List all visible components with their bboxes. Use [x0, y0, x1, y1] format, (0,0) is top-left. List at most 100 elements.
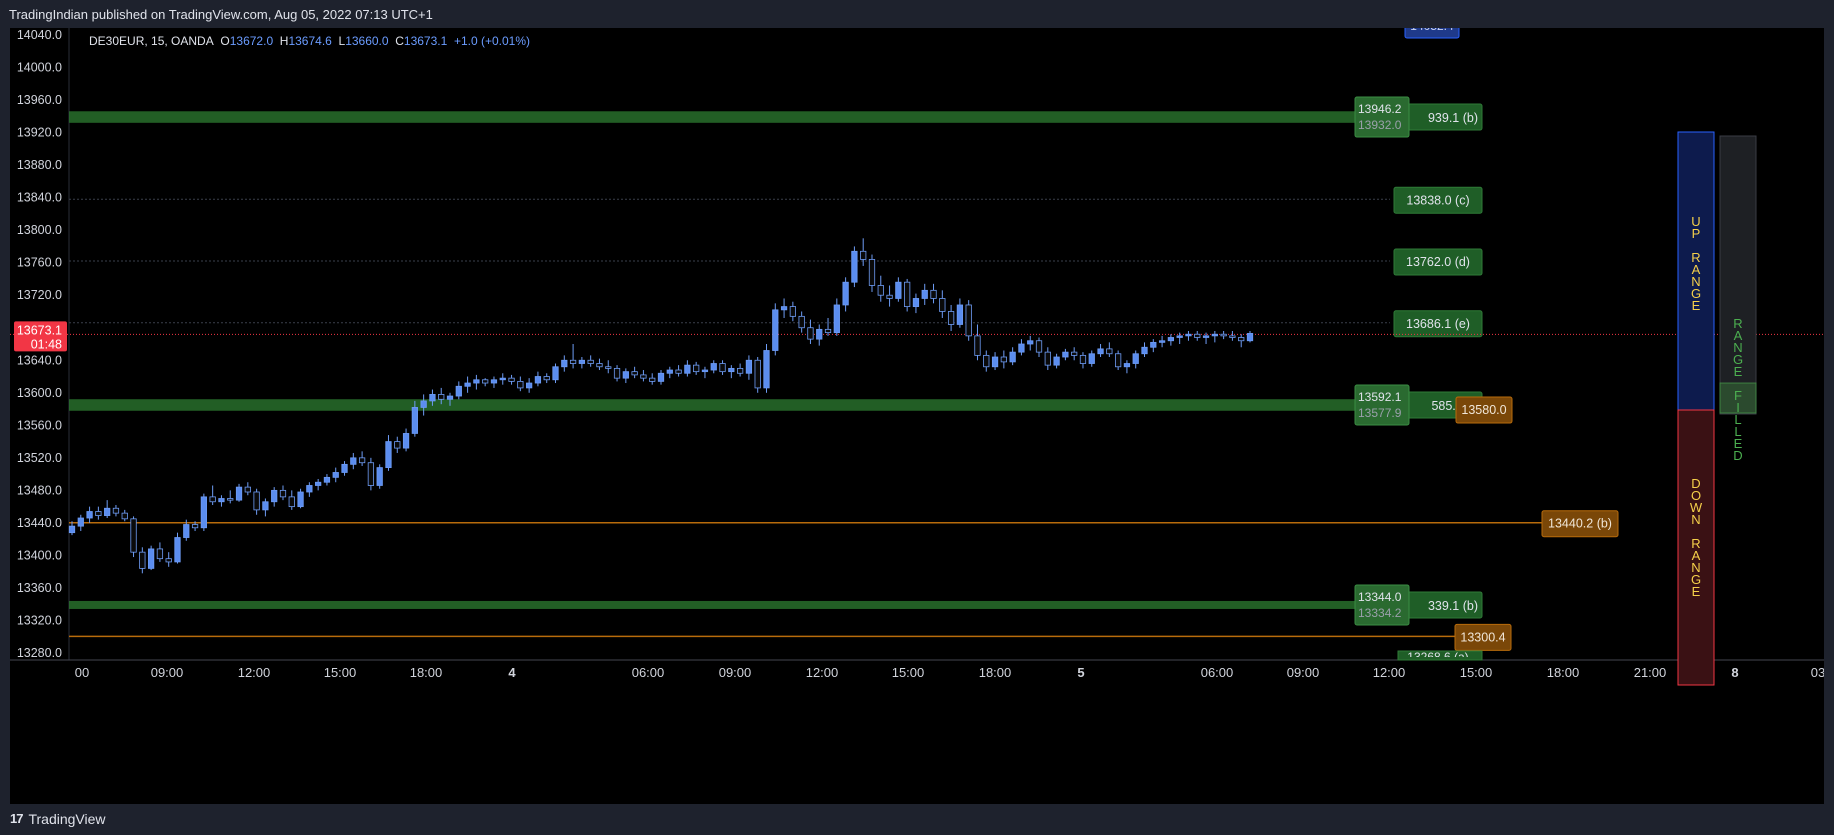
candle-body: [939, 298, 946, 312]
candle-body: [104, 507, 111, 516]
candle-body: [1238, 337, 1245, 342]
candle: [86, 506, 93, 523]
candle: [385, 435, 392, 471]
candle-body: [640, 374, 647, 379]
candle: [1053, 353, 1060, 369]
y-tick-label: 13640.0: [17, 353, 62, 367]
candle: [710, 360, 717, 374]
x-tick-label: 5: [1077, 665, 1084, 680]
candle: [315, 478, 322, 491]
candle-body: [341, 463, 348, 473]
candle-body: [991, 356, 999, 368]
candle: [1035, 337, 1043, 358]
candle-body: [446, 395, 454, 400]
candle: [772, 303, 779, 356]
chart-canvas[interactable]: 14040.0 14000.0 13960.0 13920.0 13880.0 13840…: [10, 28, 1824, 804]
candle-body: [183, 524, 190, 538]
candle-body: [1202, 335, 1210, 338]
candle: [517, 376, 524, 392]
candle-body: [95, 511, 102, 516]
candle: [323, 474, 331, 486]
y-tick-label: 13560.0: [17, 418, 62, 432]
candle-body: [965, 304, 972, 337]
candle: [490, 376, 498, 388]
candle-body: [807, 327, 814, 340]
candle: [1185, 330, 1192, 341]
candle-body: [693, 364, 700, 373]
candle-body: [86, 511, 93, 519]
candle: [1088, 350, 1095, 367]
candle-body: [613, 367, 621, 379]
candle-body: [191, 524, 199, 529]
candle: [121, 509, 128, 522]
candle: [1211, 330, 1218, 343]
y-tick-label: 13960.0: [17, 93, 62, 107]
x-tick-label: 00: [75, 665, 89, 680]
zone-bottom-price: 13577.9: [1358, 406, 1402, 420]
candle: [824, 317, 832, 336]
candle-body: [218, 498, 225, 503]
candle: [833, 298, 840, 336]
candle: [789, 301, 796, 322]
candle: [227, 490, 234, 504]
candle: [95, 506, 102, 520]
candle-body: [68, 525, 76, 534]
candle-body: [253, 491, 260, 511]
candle-body: [464, 382, 471, 387]
candle: [596, 358, 603, 371]
candle-body: [332, 472, 339, 478]
candle-body: [1027, 340, 1034, 345]
candle: [367, 457, 375, 491]
candle: [622, 368, 629, 384]
down-range-panel: DOWN RANGE: [1677, 409, 1715, 686]
candle: [877, 275, 884, 302]
brand-name: TradingView: [28, 811, 106, 827]
candle: [1044, 347, 1051, 371]
footer-bar: 17 TradingView: [0, 804, 1834, 835]
candle-body: [526, 382, 533, 389]
candle: [578, 357, 586, 369]
candle: [253, 488, 260, 515]
y-tick-label: 13480.0: [17, 483, 62, 497]
zone-label-tag: 339.1 (b) 13344.0 13334.2: [1354, 584, 1483, 626]
candle: [174, 532, 181, 564]
candle: [1194, 330, 1201, 341]
candle: [77, 514, 84, 532]
candle: [1000, 350, 1007, 369]
brand[interactable]: 17 TradingView: [10, 804, 106, 834]
candle: [965, 300, 972, 341]
legend-o-value: 13672.0: [230, 34, 280, 48]
top-level-tag: 14052.4: [1404, 28, 1460, 39]
candle: [402, 428, 410, 452]
candle-body: [1220, 333, 1227, 337]
candle: [886, 285, 893, 307]
candle: [763, 344, 770, 393]
candle: [262, 498, 269, 517]
candle: [534, 371, 542, 387]
x-tick-label: 18:00: [979, 665, 1012, 680]
candle-body: [508, 377, 515, 382]
candle: [112, 505, 120, 517]
candle-body: [543, 376, 550, 381]
candle-body: [297, 491, 304, 508]
candle-body: [789, 306, 796, 317]
candle-body: [77, 517, 84, 527]
legend-symbol: DE30EUR, 15, OANDA: [89, 34, 220, 48]
candle-body: [824, 328, 832, 334]
candle-body: [736, 367, 744, 374]
candle: [1115, 350, 1122, 371]
candle-body: [631, 371, 638, 376]
supply-demand-zone: [69, 111, 1355, 123]
x-tick-label: 06:00: [632, 665, 665, 680]
candle-body: [482, 379, 489, 384]
candle-body: [367, 462, 375, 486]
candle-body: [701, 369, 709, 373]
candle: [930, 283, 937, 304]
candle: [1106, 342, 1113, 358]
y-tick-label: 13320.0: [17, 613, 62, 627]
legend-c-value: 13673.1: [404, 34, 454, 48]
x-tick-label: 18:00: [1547, 665, 1580, 680]
chart-area[interactable]: 14040.0 14000.0 13960.0 13920.0 13880.0 13840…: [10, 28, 1824, 804]
orange-tag: 13440.2 (b): [1541, 510, 1619, 538]
candle: [156, 542, 164, 562]
